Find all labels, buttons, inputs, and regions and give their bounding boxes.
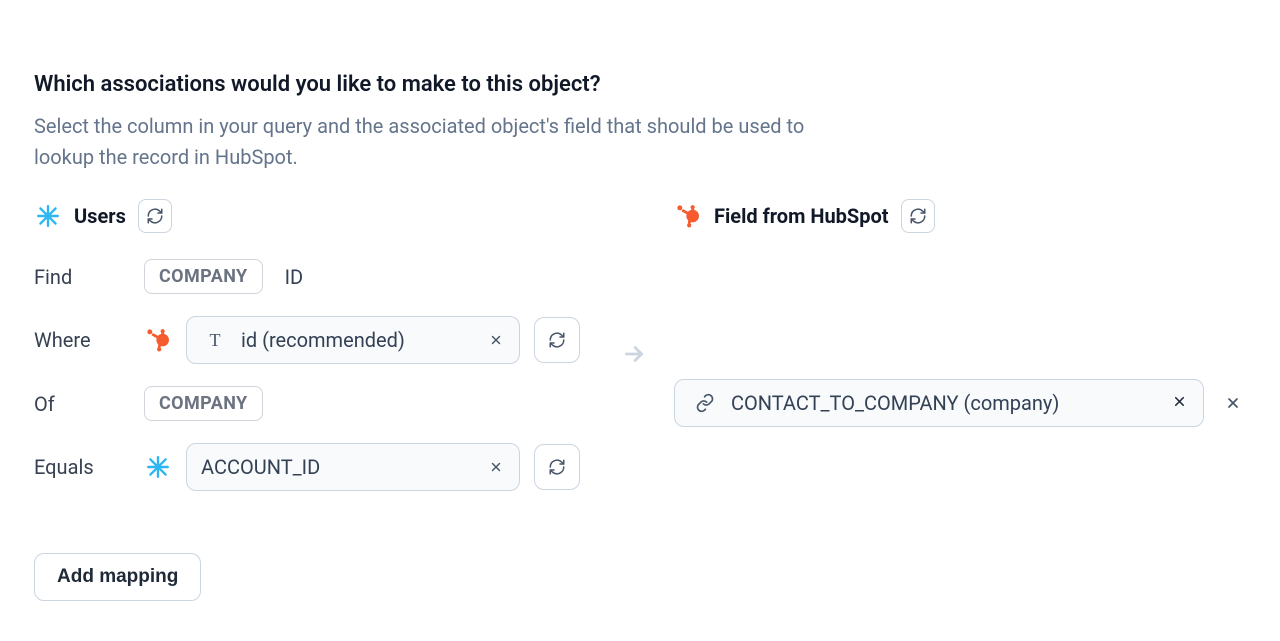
find-object-chip[interactable]: COMPANY xyxy=(144,259,263,294)
find-suffix: ID xyxy=(285,265,304,289)
association-value: CONTACT_TO_COMPANY (company) xyxy=(731,391,1160,415)
association-select[interactable]: CONTACT_TO_COMPANY (company) xyxy=(674,379,1204,427)
of-label: Of xyxy=(34,392,130,416)
page-subheading: Select the column in your query and the … xyxy=(34,111,864,173)
snowflake-icon xyxy=(144,453,172,481)
text-type-icon: T xyxy=(201,326,229,354)
link-icon xyxy=(691,389,719,417)
mapping-arrow-icon xyxy=(614,199,654,509)
equals-refresh-button[interactable] xyxy=(534,444,580,490)
row-where: Where T id (recommended) xyxy=(34,316,594,364)
row-equals: Equals ACCOUNT_ID xyxy=(34,443,594,491)
delete-mapping-icon[interactable] xyxy=(1222,392,1244,414)
row-find: Find COMPANY ID xyxy=(34,259,594,294)
add-mapping-button[interactable]: Add mapping xyxy=(34,553,201,601)
refresh-source-button[interactable] xyxy=(138,199,172,233)
left-column-title: Users xyxy=(74,204,126,228)
where-field-select[interactable]: T id (recommended) xyxy=(186,316,520,364)
hubspot-icon xyxy=(674,202,702,230)
equals-column-select[interactable]: ACCOUNT_ID xyxy=(186,443,520,491)
equals-clear-icon[interactable] xyxy=(487,458,505,476)
page-heading: Which associations would you like to mak… xyxy=(34,72,1246,97)
of-object-chip[interactable]: COMPANY xyxy=(144,386,263,421)
right-column-title: Field from HubSpot xyxy=(714,204,889,228)
find-label: Find xyxy=(34,265,130,289)
where-clear-icon[interactable] xyxy=(487,331,505,349)
association-clear-icon[interactable] xyxy=(1172,394,1187,413)
where-label: Where xyxy=(34,328,130,352)
equals-label: Equals xyxy=(34,455,130,479)
where-refresh-button[interactable] xyxy=(534,317,580,363)
refresh-destination-button[interactable] xyxy=(901,199,935,233)
row-of: Of COMPANY xyxy=(34,386,594,421)
equals-column-value: ACCOUNT_ID xyxy=(201,455,475,479)
where-field-value: id (recommended) xyxy=(241,328,475,352)
hubspot-icon xyxy=(144,326,172,354)
snowflake-icon xyxy=(34,202,62,230)
